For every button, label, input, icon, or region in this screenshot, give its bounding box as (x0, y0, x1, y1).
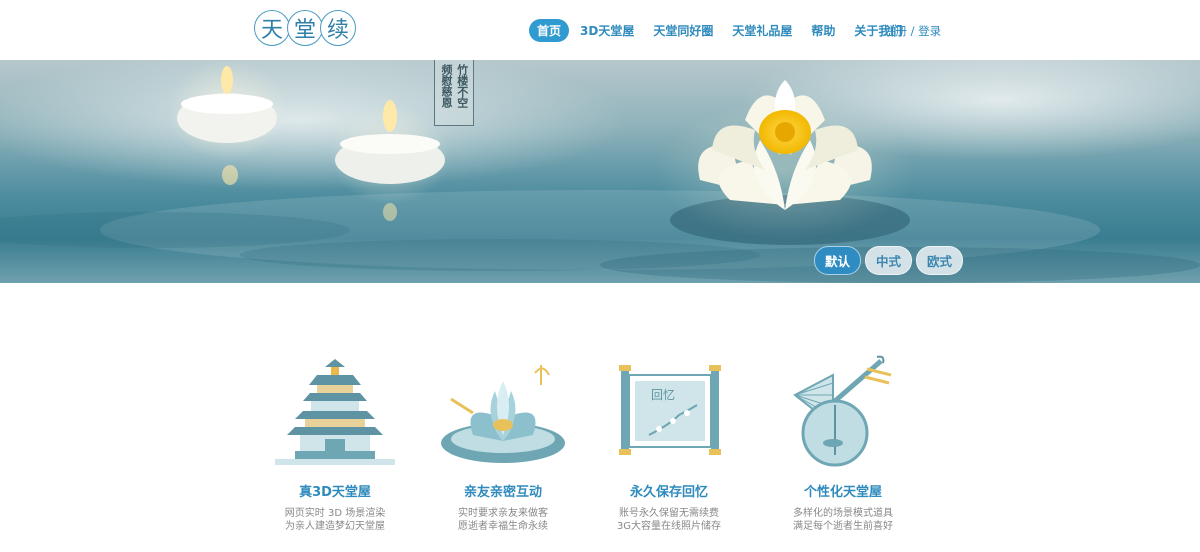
logo-char: 堂 (287, 10, 323, 46)
feature-desc: 多样化的场景模式道具 满足每个逝者生前喜好 (768, 507, 918, 533)
feature-title: 个性化天堂屋 (803, 485, 882, 500)
feature-desc: 实时要求亲友来做客 愿逝者幸福生命永续 (428, 507, 578, 533)
scroll-text: 回忆 (651, 388, 675, 402)
feature-desc-line: 愿逝者幸福生命永续 (458, 521, 548, 532)
nav-item-help[interactable]: 帮助 (803, 19, 843, 42)
top-header: 天 堂 续 首页 3D天堂屋 天堂同好圈 天堂礼品屋 帮助 关于我们 注册 / … (0, 0, 1200, 60)
feature-desc: 账号永久保留无需续费 3G大容量在线照片储存 (594, 507, 744, 533)
poem-column: 竹楼不空 (455, 64, 469, 108)
nav-item-gift-shop[interactable]: 天堂礼品屋 (724, 19, 800, 42)
feature-card: 个性化天堂屋 多样化的场景模式道具 满足每个逝者生前喜好 (768, 355, 918, 533)
pipa-fan-icon (793, 355, 892, 467)
theme-switcher: 默认 中式 欧式 (814, 246, 964, 275)
feature-card: 亲友亲密互动 实时要求亲友来做客 愿逝者幸福生命永续 (428, 355, 578, 533)
main-nav: 首页 3D天堂屋 天堂同好圈 天堂礼品屋 帮助 关于我们 (529, 19, 913, 42)
poem-plaque: 竹楼不空 频慰慈恩 (434, 60, 474, 126)
logo-char: 续 (320, 10, 356, 46)
pagoda-icon (275, 359, 395, 465)
features-section: 真3D天堂屋 网页实时 3D 场景渲染 为亲人建造梦幻天堂屋 亲友亲密互动 实时… (260, 355, 940, 545)
logo-char: 天 (254, 10, 290, 46)
feature-desc-line: 多样化的场景模式道具 (793, 508, 893, 519)
nav-item-home[interactable]: 首页 (529, 19, 570, 42)
banner-scene (0, 60, 1200, 283)
site-logo[interactable]: 天 堂 续 (254, 10, 356, 46)
feature-desc-line: 网页实时 3D 场景渲染 (284, 508, 386, 519)
feature-card: 回忆 永久保存回忆 账号永久保留无需续费 3G大容量在线照片储存 (594, 355, 744, 533)
feature-desc-line: 3G大容量在线照片储存 (616, 521, 722, 532)
theme-chinese-button[interactable]: 中式 (865, 246, 913, 275)
lotus-icon (441, 365, 565, 463)
feature-title: 永久保存回忆 (629, 485, 708, 500)
poem-column: 频慰慈恩 (440, 64, 453, 108)
nav-item-3d-house[interactable]: 3D天堂屋 (572, 19, 642, 42)
feature-title: 真3D天堂屋 (299, 485, 371, 500)
nav-item-community[interactable]: 天堂同好圈 (645, 19, 721, 42)
feature-card: 真3D天堂屋 网页实时 3D 场景渲染 为亲人建造梦幻天堂屋 (260, 355, 410, 533)
scroll-icon: 回忆 (619, 365, 721, 455)
register-login-link[interactable]: 注册 / 登录 (884, 23, 941, 39)
feature-desc-line: 账号永久保留无需续费 (619, 508, 719, 519)
hero-banner: 竹楼不空 频慰慈恩 默认 中式 欧式 (0, 60, 1200, 283)
feature-desc: 网页实时 3D 场景渲染 为亲人建造梦幻天堂屋 (260, 507, 410, 533)
feature-desc-line: 实时要求亲友来做客 (458, 508, 548, 519)
feature-title: 亲友亲密互动 (463, 485, 542, 500)
theme-european-button[interactable]: 欧式 (916, 246, 964, 275)
feature-desc-line: 为亲人建造梦幻天堂屋 (285, 521, 385, 532)
theme-default-button[interactable]: 默认 (814, 246, 862, 275)
floating-candle (167, 60, 287, 160)
feature-desc-line: 满足每个逝者生前喜好 (793, 521, 893, 532)
